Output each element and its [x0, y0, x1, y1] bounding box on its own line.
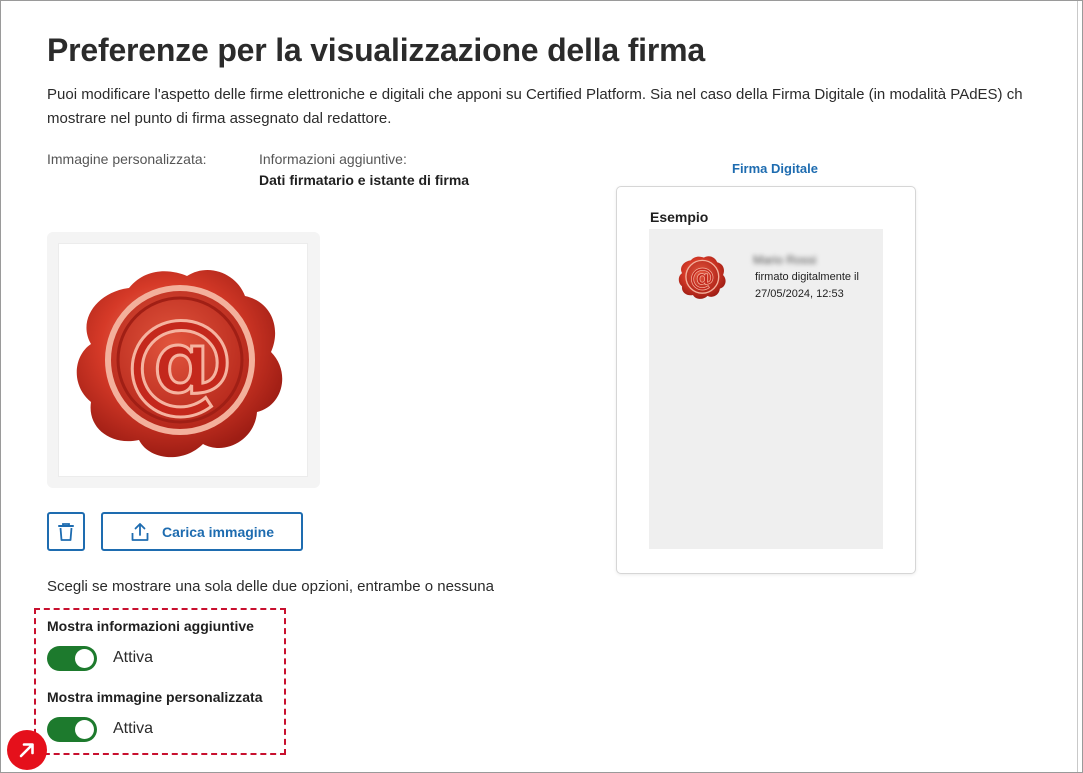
- show-image-title: Mostra immagine personalizzata: [47, 689, 263, 705]
- show-image-state: Attiva: [113, 720, 154, 737]
- svg-text:@: @: [125, 296, 235, 424]
- open-link-button[interactable]: [7, 730, 47, 770]
- additional-info-label: Informazioni aggiuntive:: [259, 151, 407, 167]
- signed-on-label: firmato digitalmente il: [755, 271, 859, 283]
- custom-image-frame: @: [58, 243, 308, 477]
- signature-preview-card: Esempio @ Mario Rossi firmato digitalmen…: [616, 186, 916, 574]
- toggle-knob: [75, 649, 94, 668]
- upload-image-button[interactable]: Carica immagine: [101, 512, 303, 551]
- show-info-state: Attiva: [113, 649, 154, 666]
- page-title: Preferenze per la visualizzazione della …: [47, 32, 705, 68]
- svg-text:@: @: [690, 262, 715, 291]
- preview-area: @ Mario Rossi firmato digitalmente il 27…: [649, 229, 883, 549]
- intro-line-2: mostrare nel punto di firma assegnato da…: [47, 110, 392, 127]
- preview-title: Esempio: [650, 209, 709, 225]
- tab-firma-digitale[interactable]: Firma Digitale: [732, 161, 818, 176]
- custom-image-card: @: [47, 232, 320, 488]
- custom-image-label: Immagine personalizzata:: [47, 151, 207, 167]
- app-window: Preferenze per la visualizzazione della …: [0, 0, 1083, 773]
- signature-datetime: 27/05/2024, 12:53: [755, 288, 844, 300]
- toggle-knob: [75, 720, 94, 739]
- show-info-title: Mostra informazioni aggiuntive: [47, 618, 254, 634]
- upload-button-label: Carica immagine: [161, 523, 275, 540]
- delete-image-button[interactable]: [47, 512, 85, 551]
- options-instruction: Scegli se mostrare una sola delle due op…: [47, 578, 494, 595]
- trash-icon: [58, 522, 74, 541]
- wax-seal-at-icon: @: [678, 256, 726, 299]
- signer-name-blurred: Mario Rossi: [753, 253, 817, 267]
- additional-info-value: Dati firmatario e istante di firma: [259, 172, 470, 188]
- arrow-up-right-icon: [19, 743, 34, 758]
- intro-line-1: Puoi modificare l'aspetto delle firme el…: [47, 86, 1023, 103]
- wax-seal-at-icon: @: [76, 269, 283, 458]
- intro-text: Puoi modificare l'aspetto delle firme el…: [47, 83, 1082, 131]
- show-info-toggle[interactable]: [47, 646, 97, 671]
- upload-icon: [131, 522, 149, 541]
- show-image-toggle[interactable]: [47, 717, 97, 742]
